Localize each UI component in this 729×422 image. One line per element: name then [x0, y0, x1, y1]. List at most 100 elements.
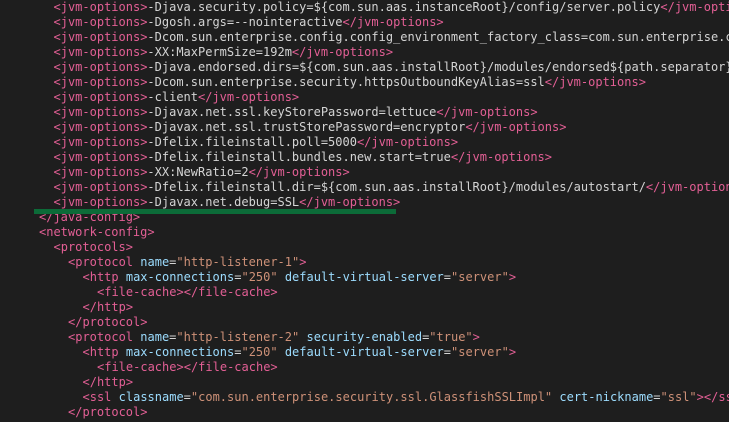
- tag-end: >: [176, 360, 184, 374]
- equals: =: [653, 390, 661, 404]
- code-line: <jvm-options>-XX:NewRatio=2</jvm-options…: [54, 165, 350, 180]
- tag-close: </protocol>: [68, 405, 148, 419]
- tag-end: >: [176, 285, 184, 299]
- code-line: <jvm-options>-Djavax.net.ssl.keyStorePas…: [54, 105, 538, 120]
- code-line: <protocol name="http-listener-1">: [68, 255, 306, 270]
- tag-close: </file-cache>: [183, 285, 278, 299]
- tag-open: <jvm-options>: [53, 75, 148, 89]
- option-text: -XX:MaxPermSize=192m: [147, 45, 292, 59]
- code-line: <jvm-options>-XX:MaxPermSize=192m</jvm-o…: [54, 45, 394, 60]
- tag-end: >: [125, 240, 133, 254]
- tag-open: <protocols: [53, 240, 126, 254]
- attribute-value: "server": [451, 270, 509, 284]
- tag-end: >: [696, 390, 704, 404]
- code-line: <file-cache></file-cache>: [97, 285, 278, 300]
- tag-end: >: [299, 255, 307, 269]
- tag-close: </jvm-options>: [342, 15, 444, 29]
- tag-open: <protocol: [68, 330, 134, 344]
- code-line: <file-cache></file-cache>: [97, 360, 278, 375]
- code-line: <jvm-options>-Djavax.net.debug=SSL</jvm-…: [54, 195, 401, 210]
- tag-open: <jvm-options>: [53, 120, 148, 134]
- option-text: -Dgosh.args=--nointeractive: [147, 15, 343, 29]
- tag-close: </jvm-options>: [248, 165, 350, 179]
- code-line: </http>: [83, 300, 134, 315]
- option-text: -Djava.security.policy=${com.sun.aas.ins…: [147, 0, 661, 14]
- option-text: -Dcom.sun.enterprise.config.config_envir…: [147, 30, 729, 44]
- tag-close: </http>: [82, 375, 134, 389]
- tag-open: <jvm-options>: [53, 45, 148, 59]
- tag-close: </jvm-options>: [436, 105, 538, 119]
- equals: =: [443, 345, 452, 359]
- tag-open: <protocol: [68, 255, 134, 269]
- tag-open: <jvm-options>: [53, 0, 148, 14]
- code-line: </http>: [83, 375, 134, 390]
- attribute-name: name: [140, 255, 170, 269]
- tag-open: <jvm-options>: [53, 180, 148, 194]
- tag-open: <file-cache: [97, 360, 177, 374]
- attribute-name: max-connections: [125, 345, 235, 359]
- option-text: -Djava.endorsed.dirs=${com.sun.aas.insta…: [147, 60, 729, 74]
- tag-open: <jvm-options>: [53, 105, 148, 119]
- option-text: -XX:NewRatio=2: [147, 165, 249, 179]
- tag-close: </jvm-options>: [198, 90, 300, 104]
- tag-open: <jvm-options>: [53, 135, 148, 149]
- tag-close: </jvm-options>: [356, 135, 459, 149]
- option-text: -Dfelix.fileinstall.bundles.new.start=tr…: [147, 150, 451, 164]
- tag-open: <jvm-options>: [53, 60, 148, 74]
- tag-open: <jvm-options>: [53, 15, 148, 29]
- attribute-value: "250": [241, 270, 278, 284]
- tag-end: >: [508, 270, 517, 284]
- tag-end: >: [147, 225, 155, 239]
- tag-open: <jvm-options>: [53, 90, 148, 104]
- attribute-value: "true": [429, 330, 473, 344]
- tag-end: >: [472, 330, 480, 344]
- tag-open: <jvm-options>: [53, 30, 148, 44]
- attribute-name: security-enabled: [306, 330, 423, 344]
- tag-open: <jvm-options>: [53, 195, 148, 209]
- option-text: -Djavax.net.ssl.trustStorePassword=encry…: [147, 120, 466, 134]
- tag-open: <network-config: [39, 225, 148, 239]
- equals: =: [443, 270, 452, 284]
- attribute-name: max-connections: [125, 270, 235, 284]
- option-text: -Dfelix.fileinstall.dir=${com.sun.aas.in…: [147, 180, 646, 194]
- tag-close: </http>: [82, 300, 134, 314]
- tag-open: <ssl: [82, 390, 112, 404]
- code-line: <jvm-options>-Dcom.sun.enterprise.config…: [54, 30, 729, 45]
- code-line: <jvm-options>-Dfelix.fileinstall.poll=50…: [54, 135, 459, 150]
- tag-close: </jvm-options>: [660, 0, 729, 14]
- code-line: <http max-connections = "250" default-virt…: [83, 270, 517, 285]
- tag-close: </jvm-options>: [291, 45, 394, 59]
- attribute-value: "server": [451, 345, 509, 359]
- code-line: <jvm-options>-Dgosh.args=--nointeractive…: [54, 15, 444, 30]
- tag-close: </jvm-options>: [645, 180, 729, 194]
- attribute-value: "250": [241, 345, 278, 359]
- code-line: <jvm-options>-Dfelix.fileinstall.dir=${c…: [54, 180, 729, 195]
- attribute-name: default-virtual-server: [284, 270, 444, 284]
- code-line: <jvm-options>-Dfelix.fileinstall.bundles…: [54, 150, 553, 165]
- code-line: </protocol>: [68, 405, 147, 420]
- code-line: <ssl classname = "com.sun.enterprise.secur…: [83, 390, 729, 405]
- tag-close: </jvm-options>: [450, 150, 553, 164]
- tag-open: <file-cache: [97, 285, 177, 299]
- code-line: <jvm-options>-Dcom.sun.enterprise.securi…: [54, 75, 646, 90]
- tag-close: </file-cache>: [183, 360, 278, 374]
- attribute-name: default-virtual-server: [284, 345, 444, 359]
- attribute-value: "http-listener-2": [176, 330, 300, 344]
- option-text: -Dfelix.fileinstall.poll=5000: [147, 135, 357, 149]
- highlight-underline: [34, 209, 396, 214]
- tag-open: <http: [82, 270, 119, 284]
- attribute-value: "com.sun.enterprise.security.ssl.Glassfi…: [190, 390, 553, 404]
- tag-close: </ssl>: [703, 390, 729, 404]
- tag-open: <jvm-options>: [53, 165, 148, 179]
- code-editor[interactable]: <jvm-options>-Djava.security.policy=${co…: [0, 0, 729, 422]
- attribute-name: classname: [118, 390, 184, 404]
- option-text: -Djavax.net.debug=SSL: [147, 195, 300, 209]
- code-line: <jvm-options>-Djava.security.policy=${co…: [54, 0, 729, 15]
- code-line: <network-config>: [39, 225, 155, 240]
- code-line: <jvm-options>-client</jvm-options>: [54, 90, 300, 105]
